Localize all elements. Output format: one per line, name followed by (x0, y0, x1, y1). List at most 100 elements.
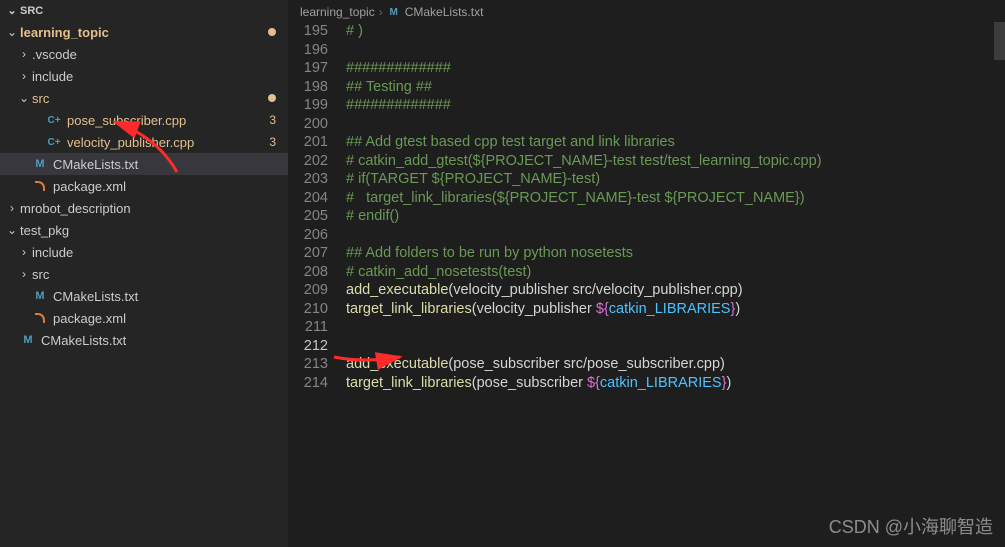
code-token: # ) (346, 23, 363, 39)
code-line[interactable]: # catkin_add_gtest(${PROJECT_NAME}-test … (346, 152, 1005, 171)
tree-item-label: CMakeLists.txt (53, 289, 280, 304)
code-line[interactable]: # ) (346, 22, 1005, 41)
git-change-count-badge: 3 (269, 113, 280, 127)
file-tree-item[interactable]: CMakeLists.txt (0, 285, 288, 307)
folder-tree-item[interactable]: ⌄learning_topic (0, 21, 288, 43)
git-change-count-badge: 3 (269, 135, 280, 149)
code-editor[interactable]: 1951961971981992002012022032042052062072… (288, 22, 1005, 547)
file-tree-item[interactable]: velocity_publisher.cpp3 (0, 131, 288, 153)
tree-item-label: .vscode (32, 47, 280, 62)
line-number: 198 (288, 78, 328, 97)
code-line[interactable]: target_link_libraries(pose_subscriber ${… (346, 374, 1005, 393)
code-token: ) (735, 301, 740, 317)
folder-tree-item[interactable]: ›.vscode (0, 43, 288, 65)
line-number: 208 (288, 263, 328, 282)
tree-item-label: CMakeLists.txt (53, 157, 280, 172)
code-line[interactable] (346, 41, 1005, 60)
code-line[interactable]: ############# (346, 59, 1005, 78)
line-number: 201 (288, 133, 328, 152)
code-token: ${ (596, 301, 609, 317)
chevron-down-icon: ⌄ (4, 25, 20, 39)
line-number: 200 (288, 115, 328, 134)
line-number: 207 (288, 244, 328, 263)
code-line[interactable]: target_link_libraries(velocity_publisher… (346, 300, 1005, 319)
code-line[interactable]: ## Testing ## (346, 78, 1005, 97)
git-modified-dot-icon (268, 94, 276, 102)
code-token: # if(TARGET ${PROJECT_NAME}-test) (346, 171, 600, 187)
line-number: 197 (288, 59, 328, 78)
editor-content[interactable]: # ) ############### Testing ############… (346, 22, 1005, 547)
line-number: 206 (288, 226, 328, 245)
code-token: (velocity_publisher src/velocity_publish… (448, 282, 742, 298)
file-tree-item[interactable]: pose_subscriber.cpp3 (0, 109, 288, 131)
line-number: 195 (288, 22, 328, 41)
tree-item-label: velocity_publisher.cpp (67, 135, 269, 150)
code-line[interactable]: add_executable(velocity_publisher src/ve… (346, 281, 1005, 300)
spacer (30, 113, 46, 127)
line-number: 213 (288, 355, 328, 374)
code-line[interactable]: ############# (346, 96, 1005, 115)
chevron-right-icon: › (16, 267, 32, 281)
code-line[interactable] (346, 115, 1005, 134)
chevron-down-icon: ⌄ (16, 91, 32, 105)
code-token: ## Testing ## (346, 79, 432, 95)
cmake-file-icon (20, 332, 36, 348)
code-line[interactable]: ## Add folders to be run by python noset… (346, 244, 1005, 263)
cpp-file-icon (46, 134, 62, 150)
code-line[interactable]: # target_link_libraries(${PROJECT_NAME}-… (346, 189, 1005, 208)
file-tree: ⌄learning_topic›.vscode›include⌄src pose… (0, 21, 288, 351)
line-number: 214 (288, 374, 328, 393)
code-token: (pose_subscriber src/pose_subscriber.cpp… (448, 356, 724, 372)
code-line[interactable]: # if(TARGET ${PROJECT_NAME}-test) (346, 170, 1005, 189)
breadcrumb[interactable]: learning_topic › M CMakeLists.txt (288, 0, 1005, 22)
folder-tree-item[interactable]: ⌄src (0, 87, 288, 109)
tree-item-label: package.xml (53, 179, 280, 194)
file-tree-item[interactable]: CMakeLists.txt (0, 329, 288, 351)
cmake-file-icon (32, 288, 48, 304)
scrollbar-thumb[interactable] (994, 22, 1005, 60)
spacer (30, 135, 46, 149)
line-number: 209 (288, 281, 328, 300)
code-token: add_executable (346, 356, 448, 372)
code-line[interactable]: add_executable(pose_subscriber src/pose_… (346, 355, 1005, 374)
tree-item-label: include (32, 69, 280, 84)
line-number: 203 (288, 170, 328, 189)
file-tree-item[interactable]: CMakeLists.txt (0, 153, 288, 175)
file-explorer-sidebar: ⌄ SRC ⌄learning_topic›.vscode›include⌄sr… (0, 0, 288, 547)
xml-file-icon (32, 178, 48, 194)
line-number: 196 (288, 41, 328, 60)
code-line[interactable] (346, 318, 1005, 337)
code-token: add_executable (346, 282, 448, 298)
code-line[interactable] (346, 226, 1005, 245)
code-line[interactable]: ## Add gtest based cpp test target and l… (346, 133, 1005, 152)
code-token: ${ (587, 375, 600, 391)
folder-tree-item[interactable]: ⌄test_pkg (0, 219, 288, 241)
code-line[interactable]: # endif() (346, 207, 1005, 226)
chevron-right-icon: › (4, 201, 20, 215)
file-tree-item[interactable]: package.xml (0, 175, 288, 197)
folder-tree-item[interactable]: ›include (0, 241, 288, 263)
line-number: 205 (288, 207, 328, 226)
folder-tree-item[interactable]: ›src (0, 263, 288, 285)
code-token: # catkin_add_nosetests(test) (346, 264, 531, 280)
editor-panel: learning_topic › M CMakeLists.txt 195196… (288, 0, 1005, 547)
code-line[interactable]: # catkin_add_nosetests(test) (346, 263, 1005, 282)
file-tree-item[interactable]: package.xml (0, 307, 288, 329)
git-modified-dot-icon (268, 28, 276, 36)
code-token: catkin_LIBRARIES (609, 301, 731, 317)
tree-item-label: src (32, 91, 268, 106)
folder-tree-item[interactable]: ›include (0, 65, 288, 87)
tree-item-label: src (32, 267, 280, 282)
code-line[interactable] (346, 337, 1005, 356)
cmake-file-icon (32, 156, 48, 172)
chevron-right-icon: › (379, 5, 383, 19)
cmake-file-icon: M (387, 5, 401, 19)
breadcrumb-folder[interactable]: learning_topic (300, 5, 375, 19)
tree-item-label: pose_subscriber.cpp (67, 113, 269, 128)
folder-tree-item[interactable]: ›mrobot_description (0, 197, 288, 219)
tree-item-label: include (32, 245, 280, 260)
code-token: ############# (346, 60, 451, 76)
breadcrumb-file[interactable]: CMakeLists.txt (405, 5, 484, 19)
sidebar-section-header[interactable]: ⌄ SRC (0, 0, 288, 21)
code-token: # catkin_add_gtest(${PROJECT_NAME}-test … (346, 153, 822, 169)
